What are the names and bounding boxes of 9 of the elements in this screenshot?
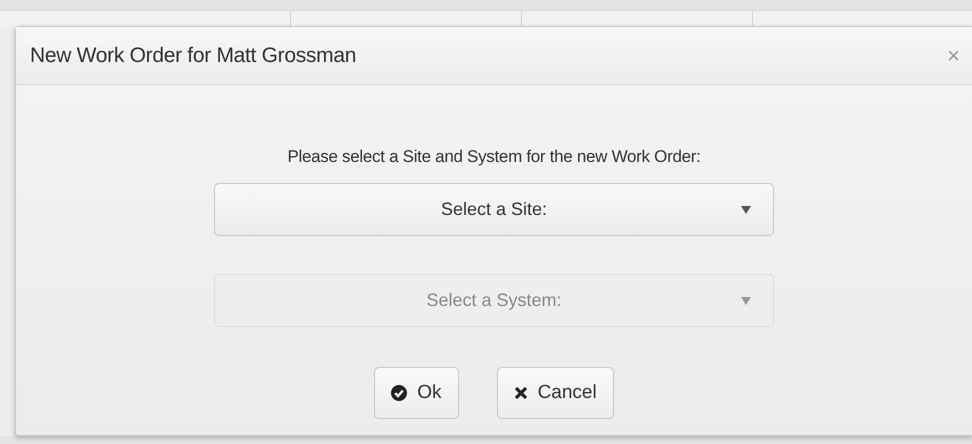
- ok-button[interactable]: Ok: [374, 367, 459, 419]
- cancel-button[interactable]: Cancel: [496, 367, 614, 419]
- dialog-title: New Work Order for Matt Grossman: [30, 44, 356, 68]
- dropdown-field[interactable]: Select a Site:: [214, 183, 774, 236]
- close-icon: [514, 386, 528, 400]
- caret-icon: [741, 297, 751, 305]
- check-circle-icon: [391, 385, 408, 401]
- caret-icon: [741, 206, 751, 214]
- prompt-text: Please select a Site and System for the new Work Order:: [287, 147, 701, 167]
